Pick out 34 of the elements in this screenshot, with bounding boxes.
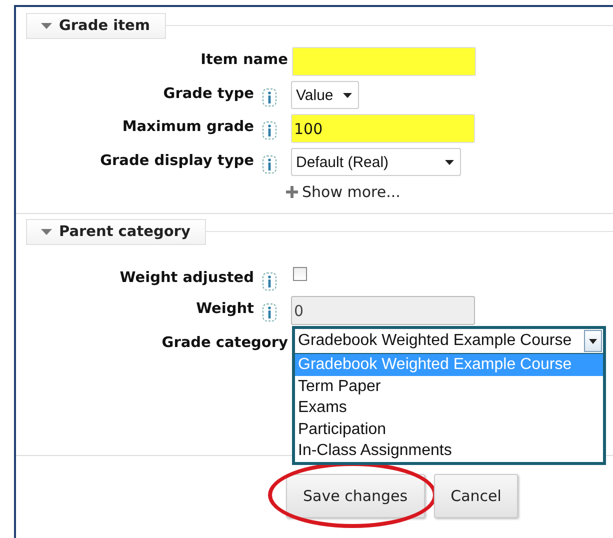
form-button[interactable]: Cancel [434,474,518,518]
help-icon[interactable] [262,88,277,107]
dropdown-option[interactable]: Term Paper [295,376,603,397]
dropdown-option[interactable]: Exams [295,397,603,418]
show-more-link[interactable]: Show more... [286,183,400,201]
caret-icon [343,92,352,98]
dropdown-option[interactable]: Participation [295,418,603,440]
field-label: Grade type [162,85,254,102]
field-label: Grade category [160,334,288,351]
section-toggle[interactable]: Parent category [26,219,206,245]
caret-icon [445,160,454,164]
text-field[interactable] [292,47,476,76]
text-field[interactable]: 100 [291,114,475,143]
field-label: Grade display type [99,152,254,169]
dropdown-select[interactable]: Value [291,81,360,109]
field-label: Maximum grade [121,118,254,135]
dropdown-value: Gradebook Weighted Example Course [298,332,573,350]
help-icon[interactable] [262,272,277,291]
checkbox[interactable] [293,267,307,281]
caret-icon [41,23,52,29]
help-icon[interactable] [262,155,277,174]
help-icon[interactable] [262,121,277,140]
dropdown-select[interactable]: Default (Real) [291,148,461,176]
section-toggle[interactable]: Grade item [26,13,166,39]
plus-icon [286,186,298,198]
form-button[interactable]: Save changes [286,474,425,518]
dropdown-option[interactable]: In-Class Assignments [295,440,603,462]
dropdown-list[interactable]: Gradebook Weighted Example Course Gradebook Weighted Example Course Term Paper Exams Participation In-Class Assignments [292,326,606,464]
field-label: Weight [195,300,254,317]
dropdown-arrow-button[interactable] [584,330,602,352]
caret-icon [41,229,52,235]
field-label: Weight adjusted [118,269,254,286]
field-label: Item name [200,51,288,68]
caret-icon [589,338,597,344]
